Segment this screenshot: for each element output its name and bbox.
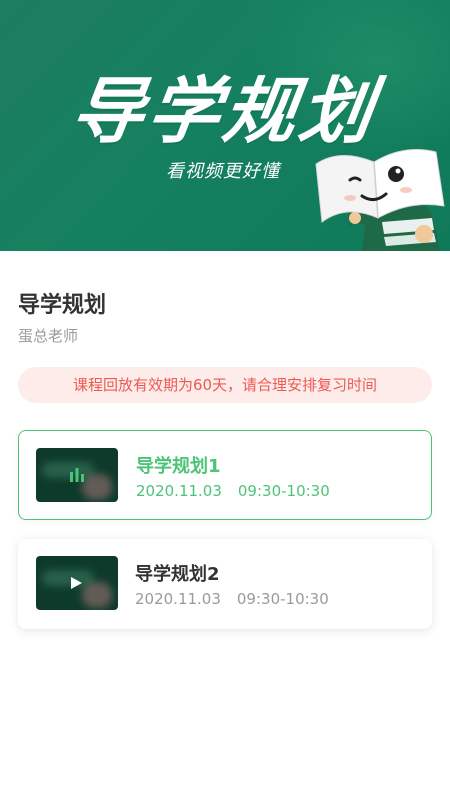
book-mascot-illustration — [315, 149, 445, 251]
lesson-item-2[interactable]: 导学规划2 2020.11.03 09:30-10:30 — [18, 539, 432, 629]
thumbnail-blur-figure — [82, 582, 112, 608]
lesson-datetime: 2020.11.03 09:30-10:30 — [136, 482, 330, 500]
lesson-time-range: 09:30-10:30 — [236, 590, 329, 608]
header-banner: 导学规划 看视频更好懂 — [0, 0, 450, 251]
lesson-item-1[interactable]: 导学规划1 2020.11.03 09:30-10:30 — [18, 430, 432, 520]
lesson-thumbnail — [36, 448, 118, 502]
teacher-name: 蛋总老师 — [18, 327, 79, 345]
banner-subtitle: 看视频更好懂 — [166, 161, 280, 182]
course-title: 导学规划 — [18, 293, 107, 318]
play-icon[interactable] — [69, 576, 83, 590]
equalizer-icon — [70, 468, 84, 482]
lesson-name: 导学规划1 — [136, 456, 221, 477]
lesson-date: 2020.11.03 — [135, 590, 221, 608]
lesson-datetime: 2020.11.03 09:30-10:30 — [135, 590, 329, 608]
lesson-time-range: 09:30-10:30 — [237, 482, 330, 500]
lesson-thumbnail — [36, 556, 118, 610]
replay-notice-banner: 课程回放有效期为60天，请合理安排复习时间 — [18, 367, 432, 403]
lesson-name: 导学规划2 — [135, 564, 220, 585]
thumbnail-blur-figure — [82, 474, 112, 500]
lesson-date: 2020.11.03 — [136, 482, 222, 500]
